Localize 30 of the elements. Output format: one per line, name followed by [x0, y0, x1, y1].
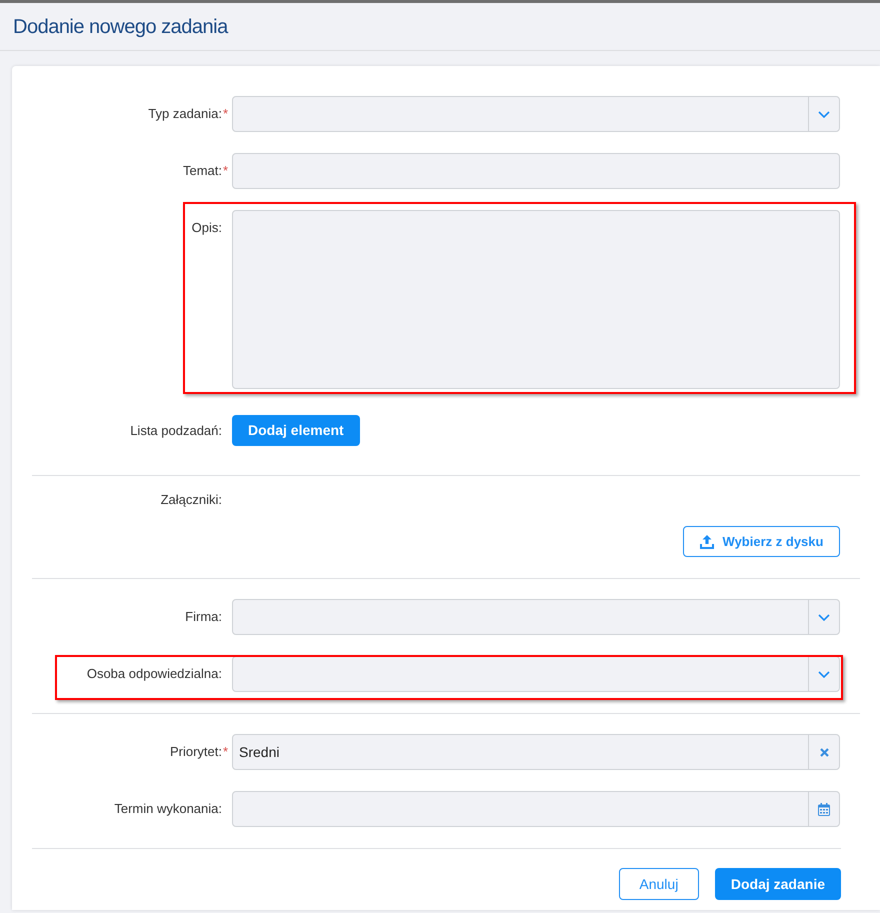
required-mark: *: [223, 163, 228, 179]
field-label: Temat:: [182, 163, 222, 179]
field-label: Priorytet:: [170, 744, 222, 760]
textarea-field[interactable]: [232, 210, 840, 389]
field-label: Osoba odpowiedzialna:: [86, 666, 222, 682]
select-field[interactable]: [232, 96, 840, 132]
upload-icon: [700, 534, 714, 548]
field-label: Firma:: [185, 609, 222, 625]
field-label: Typ zadania:: [148, 106, 222, 122]
text-field[interactable]: [232, 153, 840, 189]
add-task-button[interactable]: Dodaj zadanie: [714, 868, 841, 900]
select-field[interactable]: [232, 656, 840, 692]
calendar-icon: [818, 802, 830, 816]
field-label: Lista podzadań:: [130, 422, 222, 438]
date-field[interactable]: [232, 791, 840, 827]
field-label: Opis:: [192, 220, 222, 236]
cancel-button[interactable]: Anuluj: [618, 868, 699, 900]
select-field[interactable]: [232, 599, 840, 635]
page-title: Dodanie nowego zadania: [13, 14, 228, 38]
field-label: Termin wykonania:: [114, 801, 222, 817]
chevron-down-icon: [818, 614, 830, 620]
chevron-down-icon: [818, 670, 830, 678]
chevron-down-icon: [818, 110, 830, 118]
required-mark: *: [223, 744, 228, 760]
add-element-button[interactable]: Dodaj element: [232, 415, 360, 446]
field-label: Załączniki:: [160, 492, 222, 508]
x-icon: [820, 748, 828, 756]
upload-button[interactable]: Wybierz z dysku: [683, 526, 840, 557]
select-field[interactable]: Sredni: [232, 734, 840, 770]
required-mark: *: [223, 106, 228, 122]
